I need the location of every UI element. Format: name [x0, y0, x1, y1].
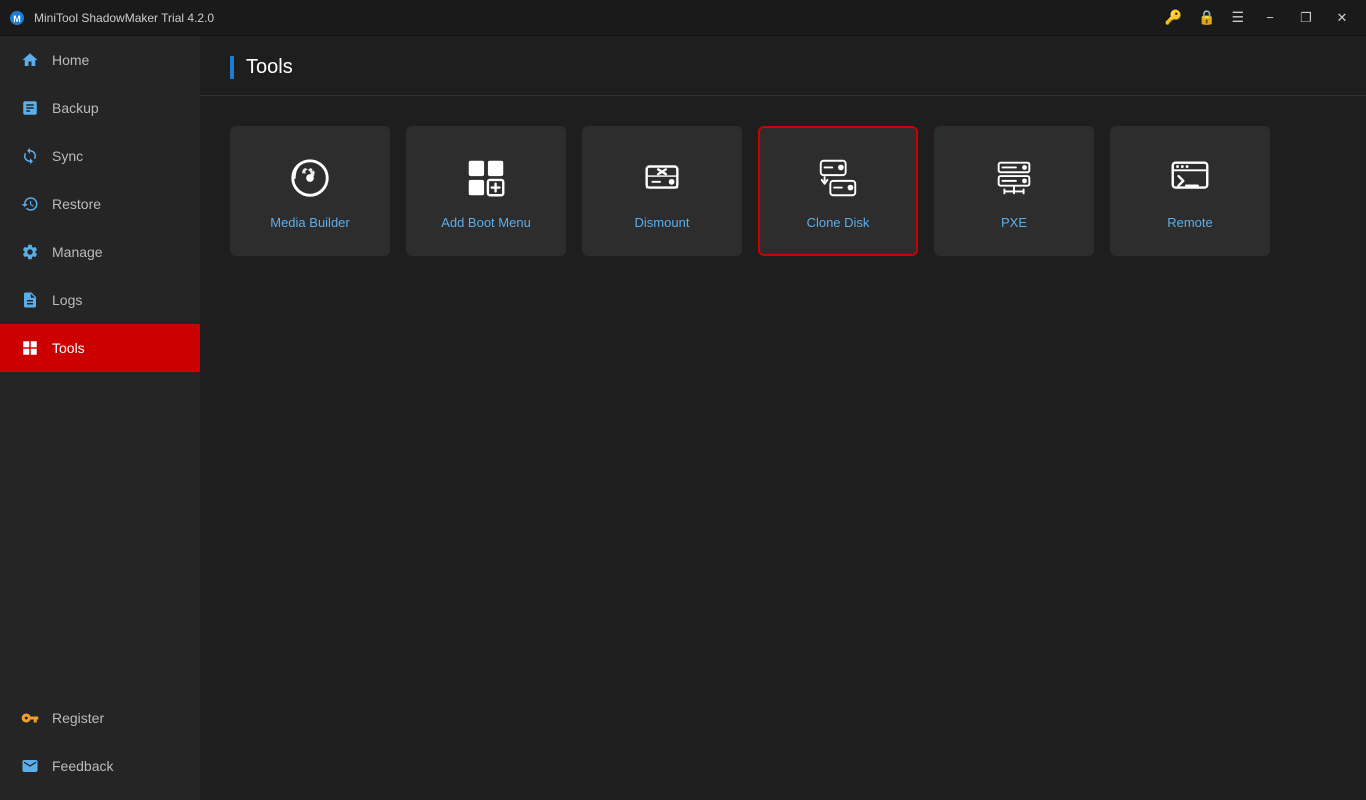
- sidebar-label-restore: Restore: [52, 196, 101, 212]
- tool-card-clone-disk[interactable]: Clone Disk: [758, 126, 918, 256]
- sidebar-item-manage[interactable]: Manage: [0, 228, 200, 276]
- sidebar-label-tools: Tools: [52, 340, 85, 356]
- sidebar-item-backup[interactable]: Backup: [0, 84, 200, 132]
- sidebar-item-restore[interactable]: Restore: [0, 180, 200, 228]
- sidebar-item-home[interactable]: Home: [0, 36, 200, 84]
- tools-grid: Media Builder Add Boot Menu: [200, 96, 1366, 286]
- title-bar: M MiniTool ShadowMaker Trial 4.2.0 🔑 🔒 ☰…: [0, 0, 1366, 36]
- page-header: Tools: [200, 36, 1366, 96]
- sidebar-label-backup: Backup: [52, 100, 99, 116]
- tool-card-pxe[interactable]: PXE: [934, 126, 1094, 256]
- clone-disk-icon: [813, 153, 863, 203]
- sidebar-bottom: Register Feedback: [0, 694, 200, 800]
- svg-text:M: M: [13, 14, 21, 24]
- sidebar-item-sync[interactable]: Sync: [0, 132, 200, 180]
- sidebar: Home Backup Sync Res: [0, 36, 200, 800]
- tool-label-dismount: Dismount: [635, 215, 690, 230]
- lock-icon[interactable]: 🔒: [1192, 9, 1221, 26]
- sidebar-label-feedback: Feedback: [52, 758, 113, 774]
- restore-button[interactable]: ❐: [1290, 4, 1322, 32]
- dismount-icon: [637, 153, 687, 203]
- home-icon: [20, 50, 40, 70]
- main-content: Tools Media Builder: [200, 36, 1366, 800]
- restore-icon: [20, 194, 40, 214]
- page-title: Tools: [230, 56, 293, 79]
- sidebar-item-feedback[interactable]: Feedback: [0, 742, 200, 790]
- media-builder-icon: [285, 153, 335, 203]
- sidebar-label-register: Register: [52, 710, 104, 726]
- app-icon: M: [8, 9, 26, 27]
- tool-card-media-builder[interactable]: Media Builder: [230, 126, 390, 256]
- sidebar-item-tools[interactable]: Tools: [0, 324, 200, 372]
- manage-icon: [20, 242, 40, 262]
- app-body: Home Backup Sync Res: [0, 36, 1366, 800]
- tool-label-clone-disk: Clone Disk: [807, 215, 870, 230]
- sidebar-label-sync: Sync: [52, 148, 83, 164]
- remote-icon: [1165, 153, 1215, 203]
- backup-icon: [20, 98, 40, 118]
- tools-icon: [20, 338, 40, 358]
- tool-label-pxe: PXE: [1001, 215, 1027, 230]
- minimize-button[interactable]: −: [1254, 4, 1286, 32]
- key-icon[interactable]: 🔑: [1159, 9, 1188, 26]
- tool-card-add-boot-menu[interactable]: Add Boot Menu: [406, 126, 566, 256]
- sidebar-label-logs: Logs: [52, 292, 82, 308]
- register-icon: [20, 708, 40, 728]
- tool-label-add-boot-menu: Add Boot Menu: [441, 215, 531, 230]
- logs-icon: [20, 290, 40, 310]
- tool-label-media-builder: Media Builder: [270, 215, 350, 230]
- sidebar-item-logs[interactable]: Logs: [0, 276, 200, 324]
- tool-card-dismount[interactable]: Dismount: [582, 126, 742, 256]
- close-button[interactable]: ✕: [1326, 4, 1358, 32]
- menu-icon[interactable]: ☰: [1225, 9, 1250, 26]
- sidebar-item-register[interactable]: Register: [0, 694, 200, 742]
- tool-card-remote[interactable]: Remote: [1110, 126, 1270, 256]
- tool-label-remote: Remote: [1167, 215, 1213, 230]
- pxe-icon: [989, 153, 1039, 203]
- window-controls: 🔑 🔒 ☰ − ❐ ✕: [1159, 4, 1358, 32]
- sidebar-label-manage: Manage: [52, 244, 103, 260]
- add-boot-menu-icon: [461, 153, 511, 203]
- feedback-icon: [20, 756, 40, 776]
- sidebar-label-home: Home: [52, 52, 89, 68]
- sync-icon: [20, 146, 40, 166]
- app-title: MiniTool ShadowMaker Trial 4.2.0: [34, 11, 1159, 25]
